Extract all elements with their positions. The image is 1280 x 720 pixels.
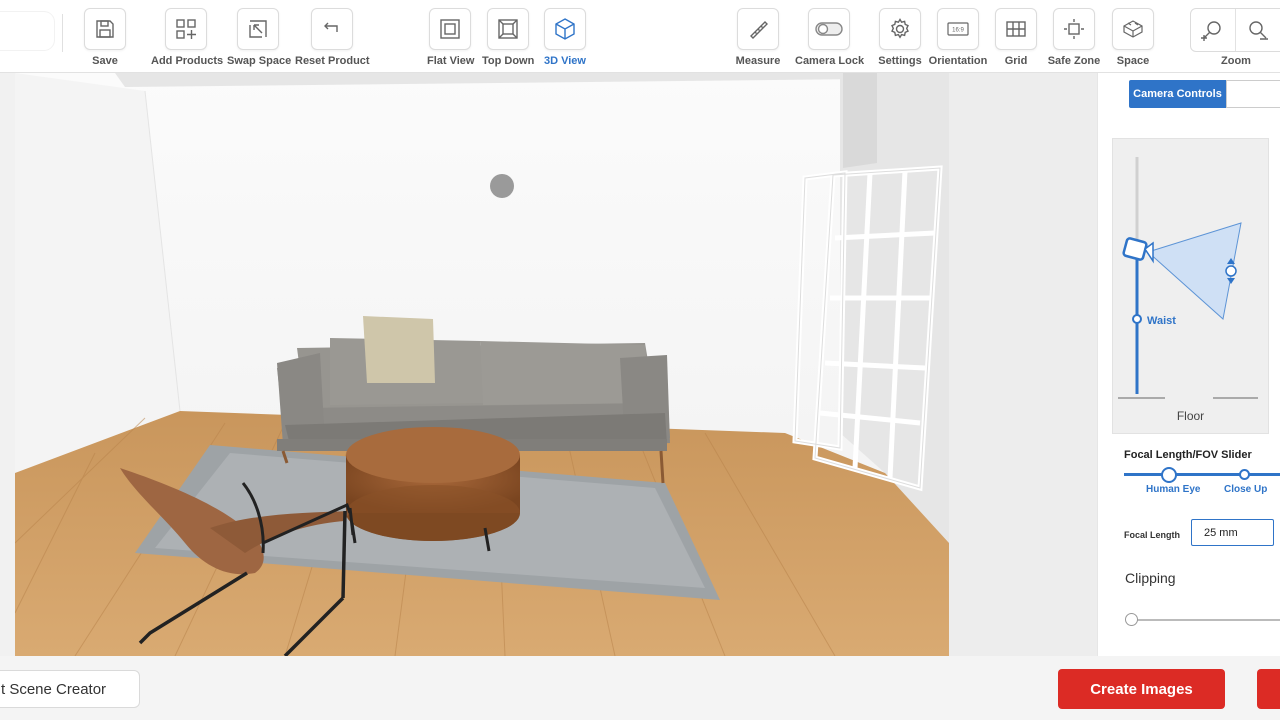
safe-zone-icon (1053, 8, 1095, 50)
logo-area (0, 12, 54, 50)
add-products-icon (165, 8, 207, 50)
fov-human-eye-label: Human Eye (1146, 484, 1201, 495)
swap-space-label: Swap Space (227, 55, 292, 67)
toolbar-divider (62, 14, 63, 52)
cube-icon (544, 8, 586, 50)
save-icon (84, 8, 126, 50)
grid-button[interactable]: Grid (995, 8, 1037, 67)
orientation-badge: 16:9 (952, 28, 964, 34)
safe-zone-label: Safe Zone (1047, 55, 1101, 67)
orientation-label: Orientation (928, 55, 988, 67)
viewport-left-margin (0, 73, 15, 656)
camera-height-widget: Waist Floor (1112, 138, 1269, 434)
tab-camera-controls[interactable]: Camera Controls (1129, 80, 1226, 108)
3d-view-label: 3D View (544, 55, 586, 67)
zoom-out-icon (1249, 21, 1268, 40)
3d-view-button[interactable]: 3D View (544, 8, 586, 67)
space-button[interactable]: Space (1112, 8, 1154, 67)
flat-view-label: Flat View (427, 55, 475, 67)
safe-zone-button[interactable]: Safe Zone (1047, 8, 1101, 67)
3d-viewport[interactable] (15, 73, 949, 656)
fov-slider-title: Focal Length/FOV Slider (1124, 449, 1252, 461)
create-images-button[interactable]: Create Images (1058, 669, 1225, 709)
room-icon (1112, 8, 1154, 50)
ruler-icon (737, 8, 779, 50)
top-down-label: Top Down (482, 55, 535, 67)
fov-close-up-label: Close Up (1224, 484, 1268, 495)
zoom-in-icon (1201, 21, 1221, 41)
viewport-right-margin (949, 73, 1097, 656)
flat-view-button[interactable]: Flat View (427, 8, 475, 67)
top-toolbar: Save Add Products Swap Space Reset Produ… (0, 0, 1280, 73)
focal-length-input[interactable] (1191, 519, 1274, 546)
settings-button[interactable]: Settings (877, 8, 923, 67)
aspect-ratio-icon: 16:9 (937, 8, 979, 50)
tab-secondary[interactable] (1226, 80, 1280, 108)
flat-view-icon (429, 8, 471, 50)
secondary-action-button[interactable] (1257, 669, 1280, 709)
fov-stop-close-up[interactable] (1239, 469, 1250, 480)
fov-slider-thumb[interactable] (1161, 467, 1177, 483)
coffee-table (346, 427, 520, 552)
reset-product-label: Reset Product (295, 55, 370, 67)
reset-icon (311, 8, 353, 50)
grid-icon (995, 8, 1037, 50)
add-products-button[interactable]: Add Products (151, 8, 224, 67)
gear-icon (879, 8, 921, 50)
exit-scene-creator-button[interactable]: t Scene Creator (0, 670, 140, 708)
reset-product-button[interactable]: Reset Product (295, 8, 370, 67)
settings-label: Settings (878, 55, 922, 67)
add-products-label: Add Products (151, 55, 224, 67)
tilt-handle (1225, 265, 1237, 277)
fov-slider-track[interactable] (1124, 473, 1280, 476)
top-down-icon (487, 8, 529, 50)
clipping-slider-track[interactable] (1130, 619, 1280, 621)
measure-button[interactable]: Measure (735, 8, 781, 67)
room-scene (15, 73, 949, 656)
grid-label: Grid (1004, 55, 1028, 67)
waist-label: Waist (1147, 315, 1176, 327)
waist-marker (1132, 314, 1142, 324)
camera-icon (1122, 237, 1148, 261)
bottom-bar: t Scene Creator Create Images (0, 656, 1280, 720)
camera-lock-label: Camera Lock (795, 55, 865, 67)
floor-label: Floor (1176, 409, 1205, 423)
swap-space-icon (237, 8, 279, 50)
zoom-out-button[interactable] (1236, 9, 1280, 51)
save-label: Save (92, 55, 118, 67)
clipping-label: Clipping (1125, 570, 1176, 586)
toggle-icon (808, 8, 850, 50)
throw-pillow (363, 316, 435, 383)
top-down-button[interactable]: Top Down (482, 8, 534, 67)
camera-lock-toggle[interactable]: Camera Lock (795, 8, 865, 67)
zoom-controls (1190, 8, 1280, 52)
space-label: Space (1116, 55, 1150, 67)
ceiling-light (490, 174, 514, 198)
save-button[interactable]: Save (84, 8, 126, 67)
orientation-button[interactable]: 16:9 Orientation (927, 8, 989, 67)
zoom-label: Zoom (1221, 55, 1251, 67)
clipping-slider-thumb[interactable] (1125, 613, 1138, 626)
focal-length-label: Focal Length (1124, 530, 1180, 540)
zoom-in-button[interactable] (1191, 9, 1236, 51)
camera-height-diagram (1118, 157, 1258, 399)
measure-label: Measure (735, 55, 781, 67)
camera-controls-panel: Camera Controls Waist Floor Focal Length… (1097, 73, 1280, 656)
swap-space-button[interactable]: Swap Space (227, 8, 292, 67)
